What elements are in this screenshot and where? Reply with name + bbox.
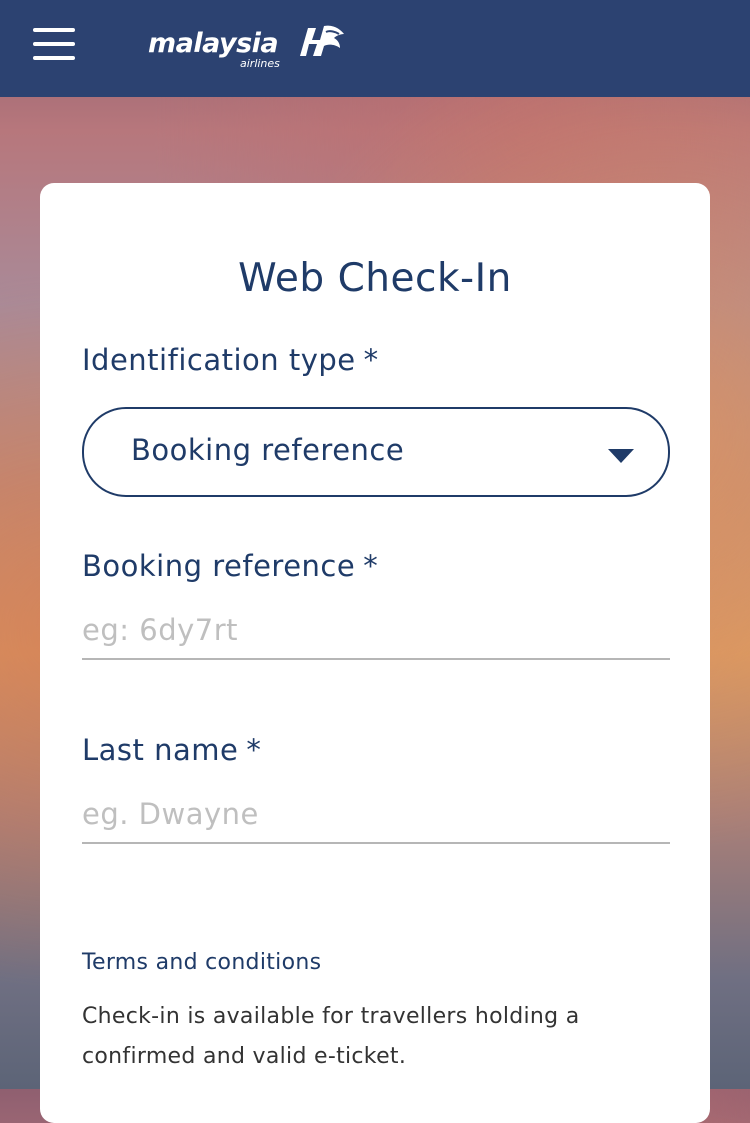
required-marker: * <box>246 733 262 767</box>
terms-and-conditions-text: Check-in is available for travellers hol… <box>82 1004 580 1069</box>
page-title: Web Check-In <box>238 256 512 301</box>
caret-down-icon <box>608 449 634 463</box>
kite-logo-icon <box>300 25 344 56</box>
last-name-label: Last name * <box>82 733 261 767</box>
identification-type-label: Identification type * <box>82 343 379 377</box>
terms-and-conditions-heading: Terms and conditions <box>82 950 322 975</box>
identification-type-select[interactable]: Booking reference <box>82 407 670 497</box>
logo-subtitle: airlines <box>240 57 280 70</box>
booking-reference-label: Booking reference * <box>82 549 378 583</box>
menu-line <box>33 42 75 46</box>
menu-line <box>33 28 75 32</box>
identification-type-selected-value: Booking reference <box>131 433 405 467</box>
booking-reference-input[interactable] <box>82 602 670 660</box>
hamburger-menu-icon[interactable] <box>33 28 75 62</box>
malaysia-airlines-logo[interactable]: malaysia airlines <box>148 20 348 76</box>
logo-wordmark: malaysia <box>148 28 279 59</box>
top-app-bar: malaysia airlines <box>0 0 750 97</box>
booking-reference-label-text: Booking reference <box>82 549 356 583</box>
last-name-input[interactable] <box>82 786 670 844</box>
last-name-label-text: Last name <box>82 733 239 767</box>
identification-type-label-text: Identification type <box>82 343 356 377</box>
required-marker: * <box>363 343 379 377</box>
menu-line <box>33 56 75 60</box>
required-marker: * <box>363 549 379 583</box>
